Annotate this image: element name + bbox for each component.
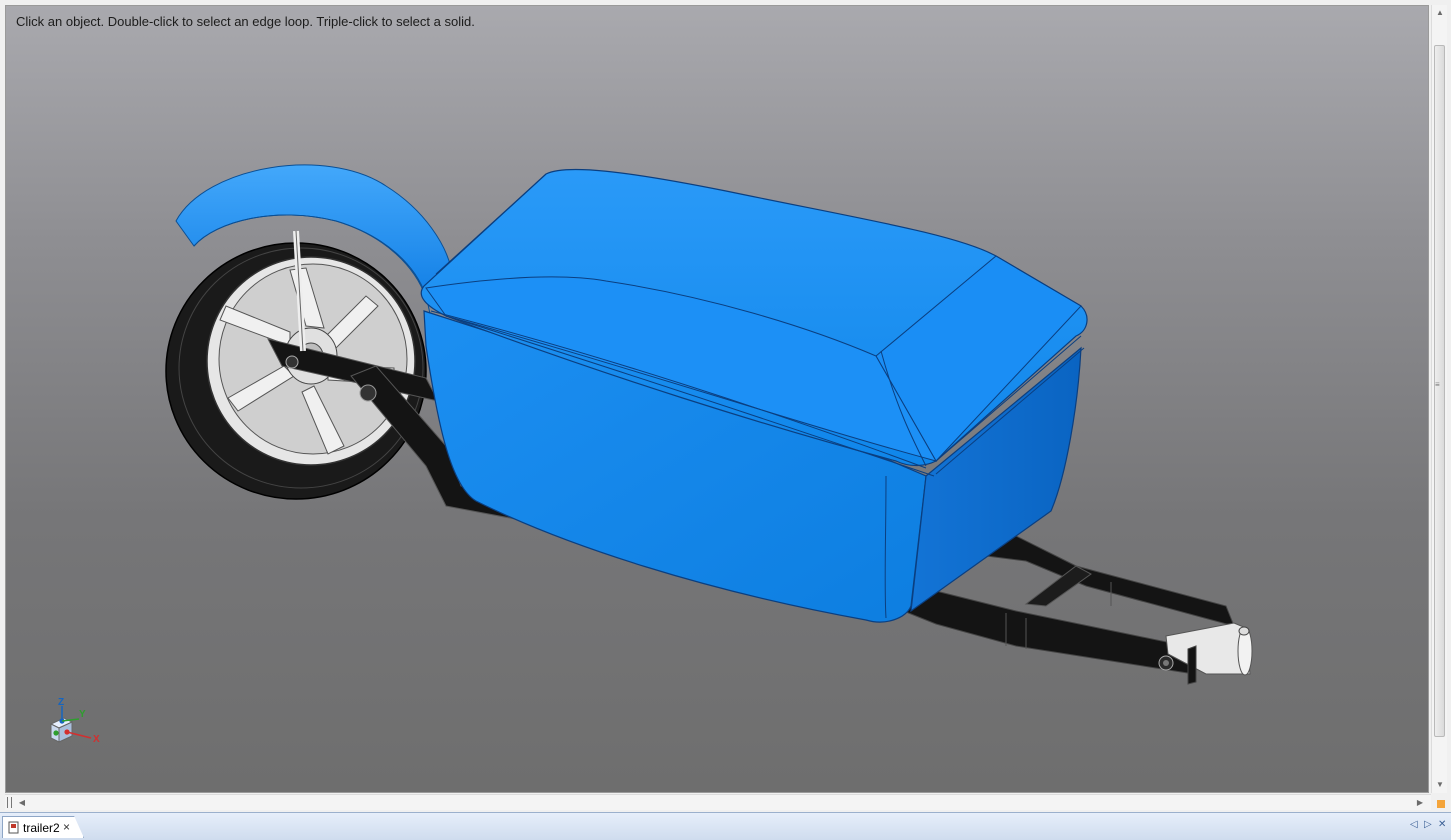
- scroll-up-icon[interactable]: ▲: [1432, 5, 1448, 21]
- triad-y-label: Y: [79, 709, 86, 720]
- grip-icon: ≡: [1435, 380, 1440, 389]
- tab-close-all-icon[interactable]: ✕: [1438, 819, 1446, 830]
- modeling-window: Click an object. Double-click to select …: [0, 0, 1451, 840]
- vertical-scrollbar[interactable]: ▲ ≡ ▼: [1431, 5, 1447, 793]
- 3d-viewport[interactable]: Click an object. Double-click to select …: [5, 5, 1429, 793]
- tab-next-icon[interactable]: ▷: [1424, 819, 1432, 830]
- document-tab-bar: trailer2 × ◁ ▷ ✕: [0, 812, 1451, 840]
- vertical-scroll-thumb[interactable]: [1434, 45, 1445, 737]
- orientation-triad[interactable]: Z Y X: [46, 696, 116, 756]
- horizontal-scrollbar[interactable]: ◀ ▶: [5, 794, 1431, 810]
- scroll-left-icon[interactable]: ◀: [15, 795, 29, 811]
- trailer-model[interactable]: [6, 6, 1429, 793]
- cargo-box[interactable]: [420, 168, 1088, 623]
- tab-label: trailer2: [23, 821, 60, 835]
- tab-prev-icon[interactable]: ◁: [1410, 819, 1418, 830]
- document-icon: [8, 821, 19, 834]
- triad-z-label: Z: [58, 697, 64, 708]
- scroll-down-icon[interactable]: ▼: [1432, 777, 1448, 793]
- triad-x-label: X: [93, 734, 100, 745]
- resize-grip-icon[interactable]: [1437, 800, 1445, 808]
- split-handle-icon[interactable]: [7, 797, 12, 808]
- hitch-coupler[interactable]: [1165, 622, 1253, 685]
- close-icon[interactable]: ×: [63, 820, 70, 834]
- tab-trailer2[interactable]: trailer2 ×: [2, 816, 84, 838]
- scroll-right-icon[interactable]: ▶: [1413, 795, 1427, 811]
